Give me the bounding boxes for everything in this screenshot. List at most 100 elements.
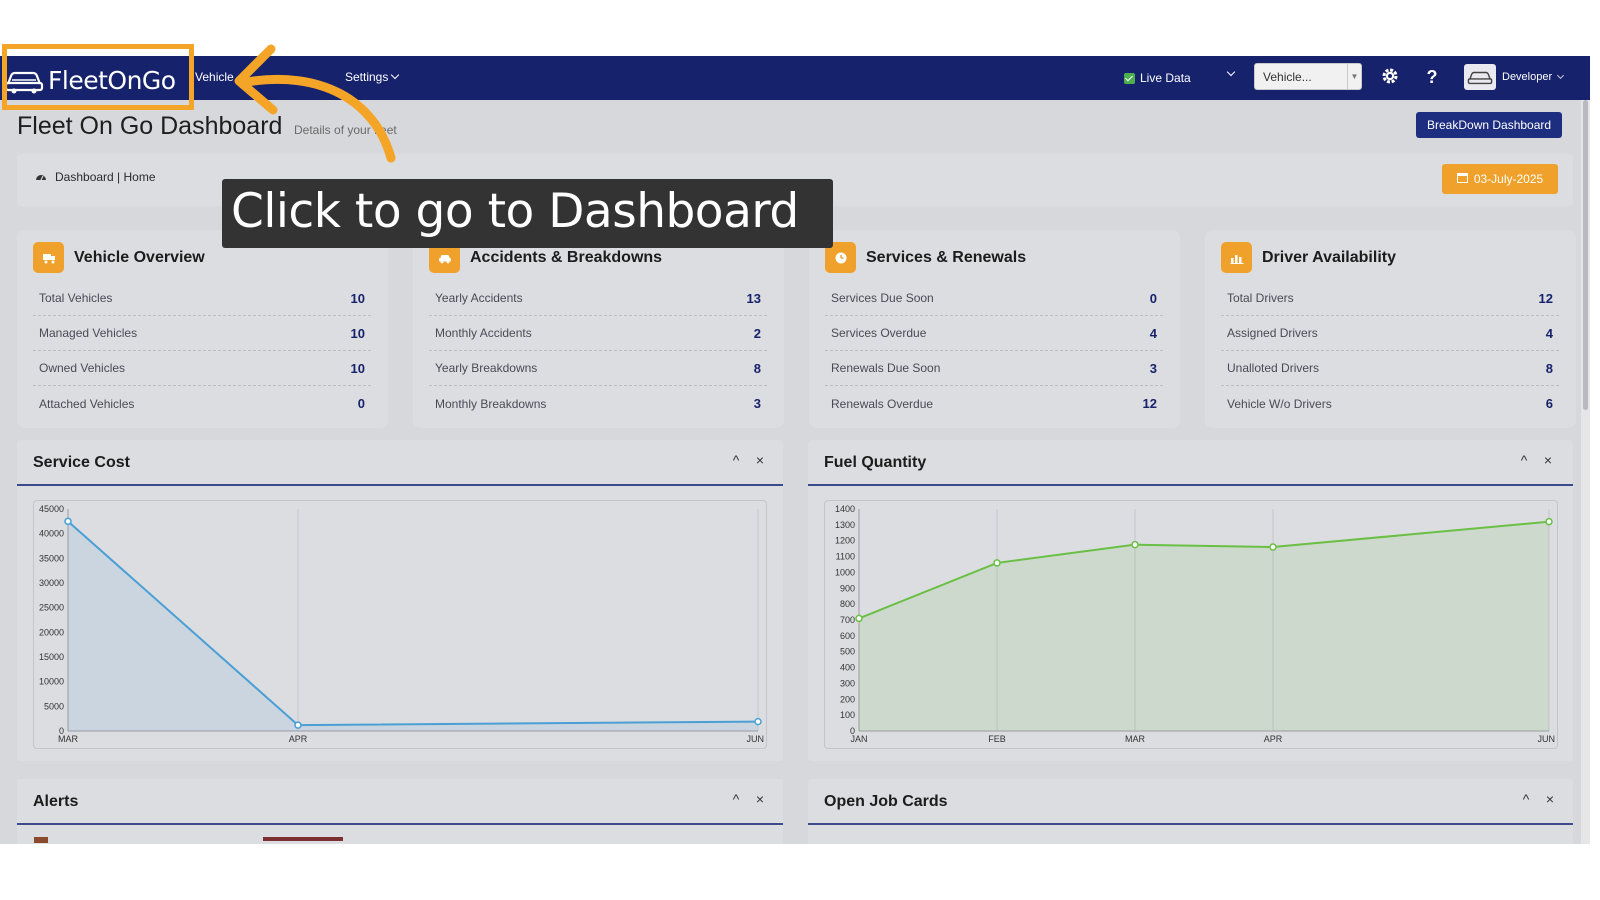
x-tick-label: MAR (58, 734, 79, 744)
collapse-icon[interactable]: ^ (1519, 791, 1533, 807)
y-tick-label: 20000 (39, 627, 64, 637)
stat-label: Monthly Breakdowns (435, 396, 547, 411)
stat-label: Vehicle W/o Drivers (1227, 396, 1332, 411)
stat-card: Services & Renewals Services Due Soon 0 … (809, 230, 1180, 428)
collapse-icon[interactable]: ^ (1517, 452, 1531, 468)
breadcrumb: Dashboard | Home (35, 170, 156, 184)
stat-value: 10 (350, 325, 365, 341)
checkbox-checked-icon[interactable] (1124, 72, 1135, 84)
stat-card: Accidents & Breakdowns Yearly Accidents … (413, 230, 784, 428)
panel-header: Service Cost ^ × (17, 440, 783, 486)
chevron-down-icon (1557, 71, 1565, 79)
y-tick-label: 10000 (39, 677, 64, 687)
help-icon[interactable]: ? (1421, 66, 1443, 88)
card-title: Services & Renewals (866, 248, 1027, 266)
gear-icon[interactable] (1379, 66, 1401, 88)
y-tick-label: 5000 (44, 701, 64, 711)
stat-label: Services Due Soon (831, 291, 934, 305)
card-title: Driver Availability (1262, 248, 1396, 266)
stat-row: Services Due Soon 0 (825, 281, 1163, 316)
stat-row: Total Drivers 12 (1221, 281, 1559, 316)
car-avatar-icon (1467, 71, 1493, 85)
data-point (294, 721, 302, 729)
stat-value: 0 (1149, 290, 1157, 306)
live-data-toggle[interactable]: Live Data (1124, 71, 1191, 85)
stat-row: Yearly Breakdowns 8 (429, 351, 767, 386)
y-tick-label: 600 (840, 631, 855, 641)
x-tick-label: APR (1264, 734, 1283, 744)
stat-value: 4 (1545, 325, 1553, 341)
user-menu[interactable]: Developer (1464, 64, 1565, 90)
curved-arrow-icon (234, 44, 396, 163)
fuel-quantity-panel: Fuel Quantity ^ × 0 100 200 300 400 500 600 700… (808, 440, 1573, 761)
data-point (993, 559, 1001, 567)
y-tick-label: 1100 (836, 552, 855, 562)
data-point (64, 517, 72, 526)
dropdown-arrow-icon[interactable]: ▼ (1347, 64, 1361, 89)
close-icon[interactable]: × (1543, 791, 1557, 807)
scrollbar-thumb[interactable] (1583, 100, 1588, 410)
date-picker-button[interactable]: 03-July-2025 (1442, 164, 1558, 194)
close-icon[interactable]: × (1541, 452, 1555, 468)
y-tick-label: 25000 (39, 603, 64, 613)
stat-label: Services Overdue (831, 326, 927, 340)
collapse-icon[interactable]: ^ (729, 791, 743, 807)
stat-list: Total Drivers 12 Assigned Drivers 4 Unal… (1221, 281, 1559, 421)
stat-value: 2 (753, 325, 761, 341)
stat-value: 6 (1545, 396, 1553, 411)
user-name: Developer (1502, 71, 1553, 83)
stat-row: Yearly Accidents 13 (429, 281, 767, 316)
y-tick-label: 1200 (835, 536, 855, 546)
y-tick-label: 500 (840, 647, 855, 657)
breakdown-dashboard-button[interactable]: BreakDown Dashboard (1416, 112, 1563, 138)
stat-row: Renewals Overdue 12 (825, 386, 1163, 421)
stat-row: Total Vehicles 10 (33, 281, 371, 316)
stat-value: 3 (1149, 360, 1157, 376)
panel-title: Fuel Quantity (824, 454, 927, 471)
live-data-label: Live Data (1140, 71, 1191, 85)
y-tick-label: 100 (840, 710, 855, 720)
series-area (859, 521, 1549, 731)
data-point (754, 717, 762, 726)
breadcrumb-text[interactable]: Dashboard | Home (55, 170, 156, 184)
y-tick-label: 15000 (39, 652, 64, 662)
service-cost-chart: 0 5000 10000 15000 20000 25000 30000 35000 40000… (33, 500, 767, 749)
stat-value: 10 (350, 290, 365, 306)
vehicle-select[interactable]: Vehicle... ▼ (1254, 63, 1362, 90)
stat-list: Total Vehicles 10 Managed Vehicles 10 Ow… (33, 281, 371, 421)
data-point (1131, 540, 1139, 549)
gear-icon-svg (1382, 68, 1398, 84)
x-tick-label: JUN (1538, 734, 1556, 744)
stat-row: Attached Vehicles 0 (33, 386, 371, 421)
y-tick-label: 1300 (835, 520, 855, 530)
collapse-icon[interactable]: ^ (729, 452, 743, 468)
stat-row: Owned Vehicles 10 (33, 351, 371, 386)
close-icon[interactable]: × (753, 791, 767, 807)
logo-highlight-box (2, 44, 194, 110)
stat-label: Renewals Due Soon (831, 361, 941, 375)
data-point (1545, 517, 1553, 526)
series-area (68, 521, 758, 731)
panel-header: Alerts ^ × (17, 779, 783, 825)
service-cost-panel: Service Cost ^ × 0 5000 10000 15000 20000 250… (17, 440, 783, 761)
stat-value: 12 (1142, 396, 1157, 411)
y-tick-label: 45000 (39, 504, 64, 514)
truck-icon (33, 242, 64, 273)
stat-label: Total Drivers (1227, 291, 1294, 305)
stat-row: Monthly Breakdowns 3 (429, 386, 767, 421)
card-header: Services & Renewals (825, 242, 1026, 273)
stat-label: Unalloted Drivers (1227, 361, 1320, 375)
y-tick-label: 300 (840, 678, 855, 688)
calendar-icon (1456, 172, 1468, 186)
stat-label: Managed Vehicles (39, 326, 138, 340)
scrollbar-track[interactable] (1581, 100, 1590, 844)
speedometer-icon (35, 170, 47, 184)
stat-row: Monthly Accidents 2 (429, 316, 767, 351)
chevron-down-icon[interactable] (1226, 67, 1236, 77)
service-cost-chart-svg: 0500010000150002000025000300003500040000… (39, 504, 764, 744)
x-tick-label: FEB (988, 734, 1006, 744)
close-icon[interactable]: × (753, 452, 767, 468)
alerts-panel: Alerts ^ × (17, 779, 783, 844)
y-tick-label: 40000 (39, 529, 64, 539)
card-title: Vehicle Overview (74, 248, 205, 266)
